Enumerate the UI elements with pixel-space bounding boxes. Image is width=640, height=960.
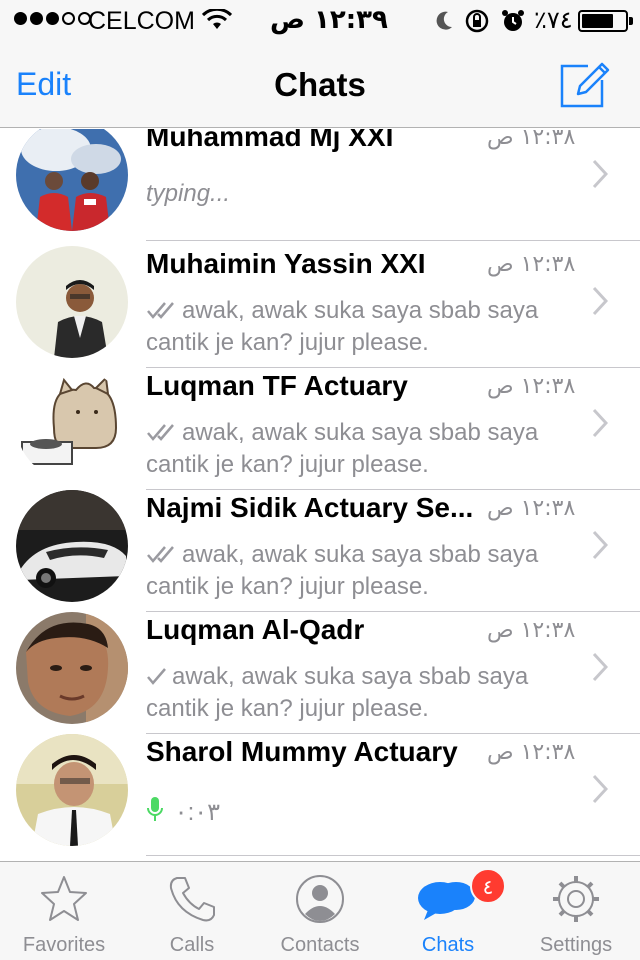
double-check-icon <box>146 542 178 572</box>
chevron-right-icon <box>592 159 609 194</box>
chevron-right-icon <box>592 774 609 809</box>
chat-row[interactable]: Najmi Sidik Actuary Se... ١٢:٣٨ ص awak, … <box>0 490 640 612</box>
message-time: ١٢:٣٨ ص <box>487 252 576 277</box>
preview-line-1: awak, awak suka saya sbab saya <box>182 297 539 324</box>
contact-name: Sharol Mummy Actuary <box>146 736 458 767</box>
message-preview: ٠:٠٣ <box>146 796 586 830</box>
chevron-right-icon <box>592 530 609 565</box>
message-time: ١٢:٣٨ ص <box>487 740 576 765</box>
avatar <box>16 368 128 480</box>
avatar <box>16 490 128 602</box>
tab-settings[interactable]: Settings <box>512 862 640 960</box>
chevron-right-icon <box>592 408 609 443</box>
carrier-name: CELCOM <box>88 7 195 35</box>
signal-strength-icon <box>14 12 91 25</box>
navigation-bar: Edit Chats <box>0 40 640 128</box>
rotation-lock-icon <box>464 8 490 39</box>
tab-calls[interactable]: Calls <box>128 862 256 960</box>
tab-label: Favorites <box>22 934 106 956</box>
preview-line-2: cantik je kan? jujur please. <box>146 329 429 356</box>
clock: ١٢:٣٩ ص <box>270 5 388 35</box>
tab-label: Contacts <box>280 934 360 956</box>
message-preview: awak, awak suka saya sbab saya cantik je… <box>146 662 586 724</box>
chat-row[interactable]: Muhammad Mj XXI ١٢:٣٨ ص typing... <box>0 129 640 241</box>
double-check-icon <box>146 420 178 450</box>
microphone-icon <box>146 796 164 830</box>
message-preview: awak, awak suka saya sbab saya cantik je… <box>146 418 586 480</box>
preview-line-2: cantik je kan? jujur please. <box>146 451 429 478</box>
message-preview: awak, awak suka saya sbab saya cantik je… <box>146 540 586 602</box>
status-bar: CELCOM ١٢:٣٩ ص ٪٧٤ <box>0 0 640 40</box>
alarm-icon <box>500 8 526 39</box>
battery-percent: ٪٧٤ <box>534 6 573 34</box>
tab-label: Calls <box>169 934 215 956</box>
chat-row[interactable]: Luqman Al-Qadr ١٢:٣٨ ص awak, awak suka s… <box>0 612 640 734</box>
avatar <box>16 246 128 358</box>
contact-name: Luqman TF Actuary <box>146 370 408 401</box>
preview-line-2: cantik je kan? jujur please. <box>146 695 429 722</box>
chat-row[interactable]: Muhaimin Yassin XXI ١٢:٣٨ ص awak, awak s… <box>0 246 640 368</box>
chat-list: Muhammad Mj XXI ١٢:٣٨ ص typing... Muhaim… <box>0 129 640 861</box>
tab-label: Settings <box>539 934 613 956</box>
chevron-right-icon <box>592 286 609 321</box>
chat-row[interactable]: Sharol Mummy Actuary ١٢:٣٨ ص ٠:٠٣ <box>0 734 640 856</box>
avatar <box>16 734 128 846</box>
message-preview: awak, awak suka saya sbab saya cantik je… <box>146 296 586 358</box>
preview-line-1: awak, awak suka saya sbab saya <box>182 419 539 446</box>
phone-icon <box>167 874 217 924</box>
contact-name: Najmi Sidik Actuary Se... <box>146 492 474 523</box>
unread-badge: ٤ <box>470 868 506 904</box>
page-title: Chats <box>274 66 366 103</box>
chevron-right-icon <box>592 652 609 687</box>
contact-name: Muhammad Mj XXI <box>146 129 394 152</box>
chat-row[interactable]: Luqman TF Actuary ١٢:٣٨ ص awak, awak suk… <box>0 368 640 490</box>
message-time: ١٢:٣٨ ص <box>487 496 576 521</box>
message-time: ١٢:٣٨ ص <box>487 618 576 643</box>
wifi-icon <box>201 7 233 36</box>
tab-bar: Favorites Calls Contacts Chats ٤ Setting… <box>0 861 640 960</box>
tab-label: Chats <box>421 934 475 956</box>
tab-contacts[interactable]: Contacts <box>256 862 384 960</box>
compose-icon[interactable] <box>558 58 610 110</box>
tab-favorites[interactable]: Favorites <box>0 862 128 960</box>
gear-icon <box>551 874 601 924</box>
row-divider <box>146 240 640 241</box>
contact-name: Muhaimin Yassin XXI <box>146 248 426 279</box>
row-divider <box>146 855 640 856</box>
contact-name: Luqman Al-Qadr <box>146 614 365 645</box>
moon-icon <box>434 10 454 37</box>
preview-line-1: awak, awak suka saya sbab saya <box>172 663 529 690</box>
star-icon <box>39 874 89 924</box>
double-check-icon <box>146 298 178 328</box>
contact-icon <box>295 874 345 924</box>
avatar <box>16 612 128 724</box>
avatar <box>16 129 128 231</box>
message-time: ١٢:٣٨ ص <box>487 374 576 399</box>
preview-line-2: cantik je kan? jujur please. <box>146 573 429 600</box>
voice-duration: ٠:٠٣ <box>174 799 221 826</box>
message-time: ١٢:٣٨ ص <box>487 129 576 150</box>
battery-icon <box>578 10 633 32</box>
check-icon <box>146 664 168 694</box>
typing-indicator: typing... <box>146 180 231 207</box>
preview-line-1: awak, awak suka saya sbab saya <box>182 541 539 568</box>
